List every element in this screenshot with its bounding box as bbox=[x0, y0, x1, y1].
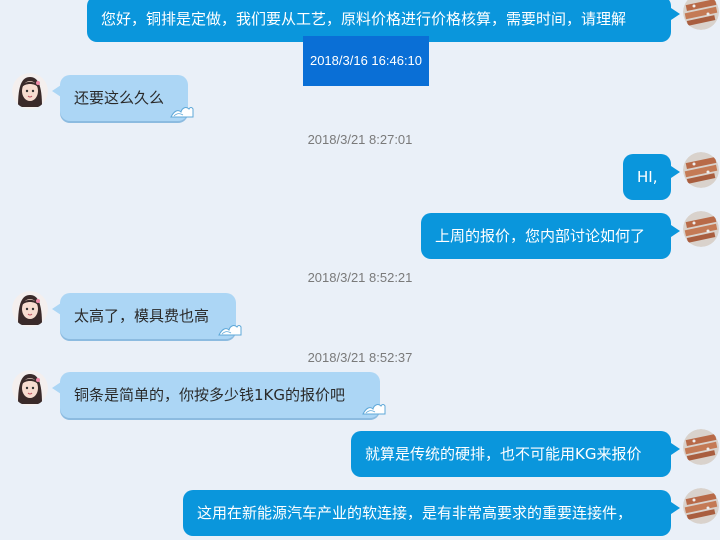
user-avatar[interactable] bbox=[683, 0, 719, 30]
message-bubble-outgoing[interactable]: 上周的报价，您内部讨论如何了 bbox=[421, 213, 671, 259]
message-bubble-outgoing[interactable]: HI, bbox=[623, 154, 671, 200]
message-bubble-incoming[interactable]: 太高了，模具费也高 bbox=[60, 293, 236, 339]
copper-bar-avatar-icon bbox=[683, 429, 719, 465]
contact-avatar[interactable] bbox=[12, 73, 48, 109]
bubble-tail bbox=[671, 225, 680, 237]
timestamp-selected: 2018/3/16 16:46:10 bbox=[303, 36, 429, 86]
message-bubble-outgoing[interactable]: 这用在新能源汽车产业的软连接，是有非常高要求的重要连接件， bbox=[183, 490, 671, 536]
girl-portrait-avatar-icon bbox=[12, 370, 48, 406]
contact-avatar[interactable] bbox=[12, 291, 48, 327]
chat-window: 您好，铜排是定做，我们要从工艺，原料价格进行价格核算，需要时间，请理解 2018… bbox=[0, 0, 720, 540]
contact-avatar[interactable] bbox=[12, 370, 48, 406]
user-avatar[interactable] bbox=[683, 488, 719, 524]
wave-icon bbox=[362, 400, 386, 420]
copper-bar-avatar-icon bbox=[683, 211, 719, 247]
bubble-tail bbox=[671, 166, 680, 178]
user-avatar[interactable] bbox=[683, 152, 719, 188]
copper-bar-avatar-icon bbox=[683, 152, 719, 188]
copper-bar-avatar-icon bbox=[683, 488, 719, 524]
bubble-tail bbox=[671, 502, 680, 514]
wave-icon bbox=[170, 103, 194, 123]
copper-bar-avatar-icon bbox=[683, 0, 719, 30]
bubble-tail bbox=[671, 443, 680, 455]
timestamp: 2018/3/21 8:52:21 bbox=[307, 270, 413, 285]
wave-icon bbox=[218, 321, 242, 341]
user-avatar[interactable] bbox=[683, 211, 719, 247]
girl-portrait-avatar-icon bbox=[12, 73, 48, 109]
user-avatar[interactable] bbox=[683, 429, 719, 465]
timestamp: 2018/3/21 8:52:37 bbox=[307, 350, 413, 365]
bubble-tail bbox=[671, 8, 680, 20]
timestamp: 2018/3/21 8:27:01 bbox=[307, 132, 413, 147]
girl-portrait-avatar-icon bbox=[12, 291, 48, 327]
message-bubble-outgoing[interactable]: 就算是传统的硬排，也不可能用KG来报价 bbox=[351, 431, 671, 477]
message-bubble-incoming[interactable]: 还要这么久么 bbox=[60, 75, 188, 121]
message-bubble-incoming[interactable]: 铜条是简单的，你按多少钱1KG的报价吧 bbox=[60, 372, 380, 418]
